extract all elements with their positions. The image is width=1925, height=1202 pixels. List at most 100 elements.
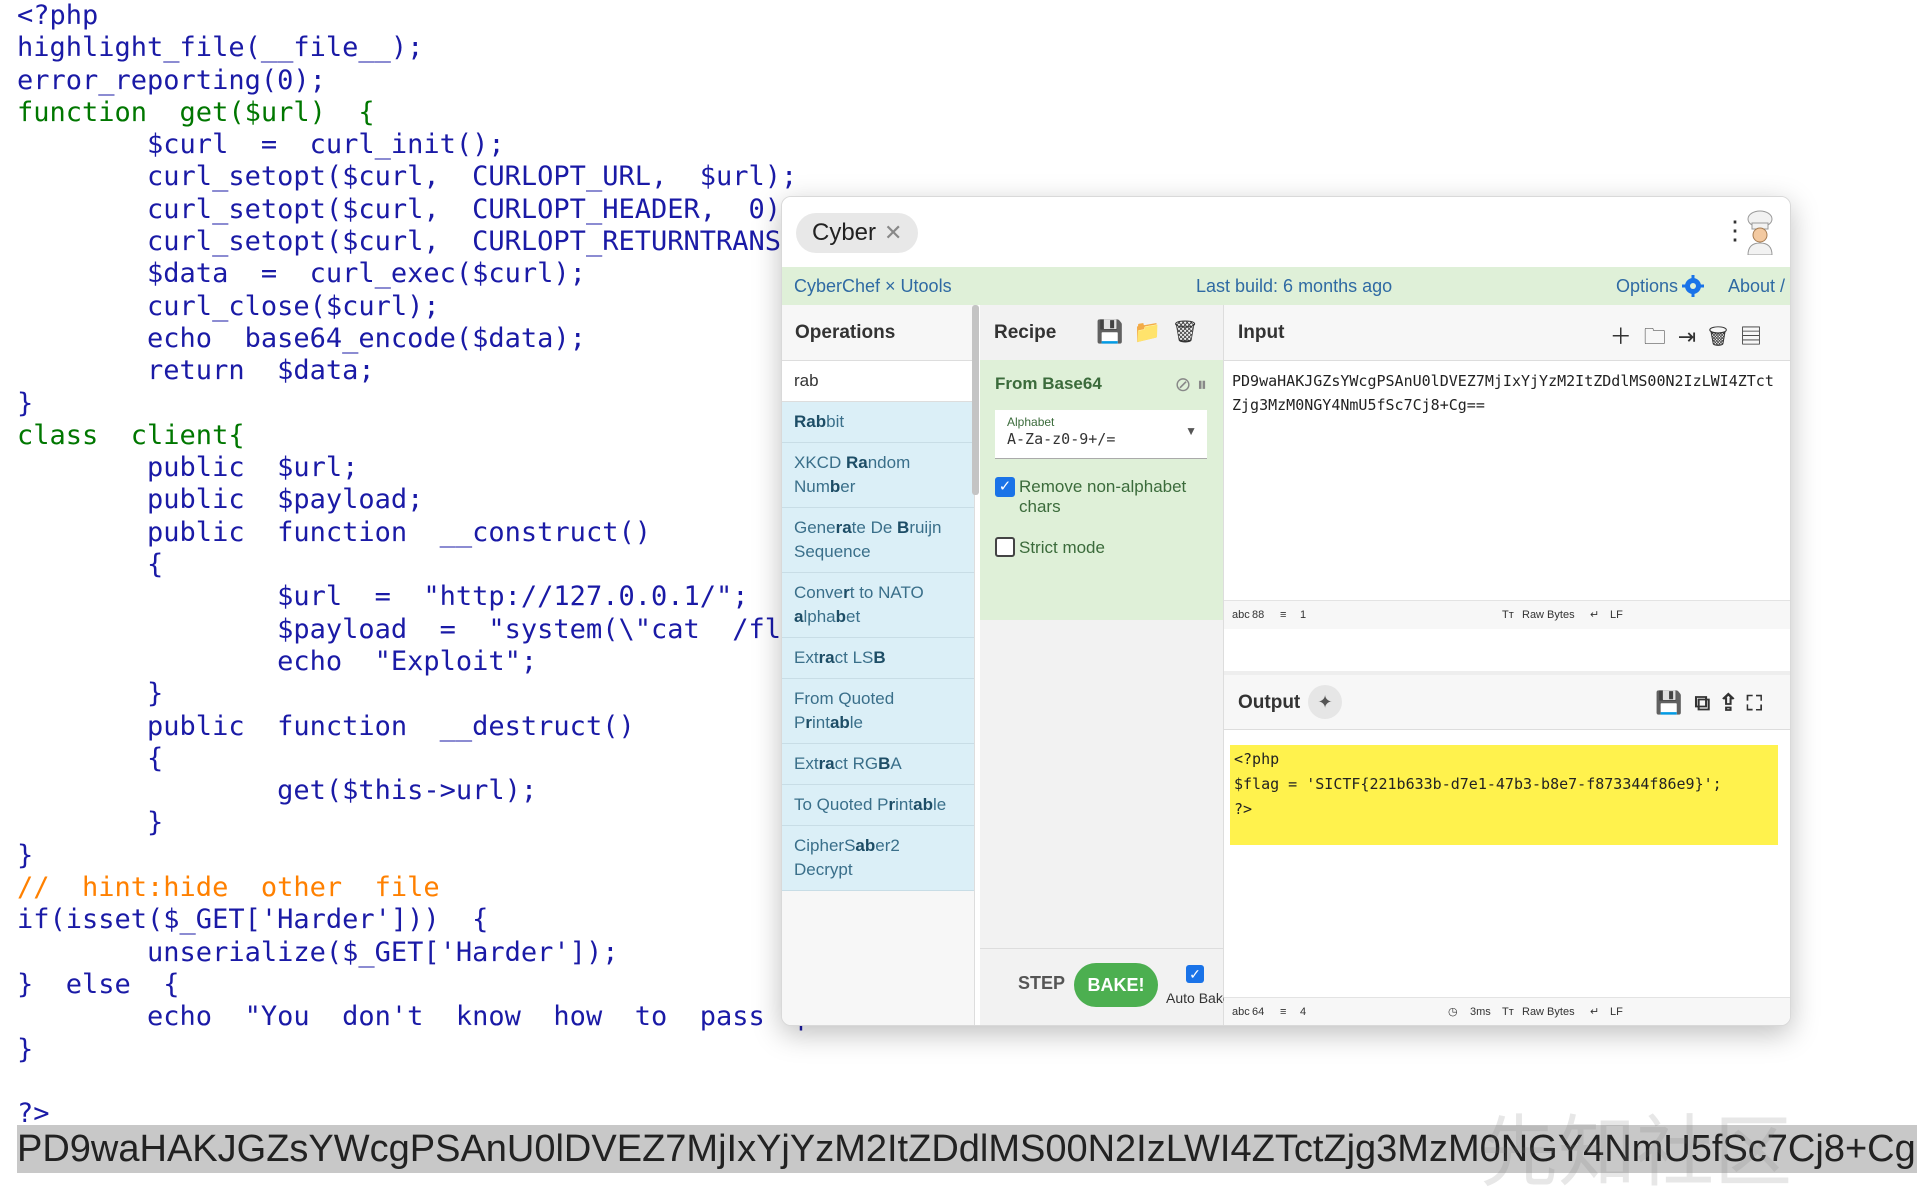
- input-eol[interactable]: LF: [1610, 601, 1623, 629]
- gear-icon[interactable]: [1682, 275, 1704, 297]
- font-icon[interactable]: Tт: [1502, 998, 1514, 1025]
- operation-item[interactable]: Rabbit: [782, 402, 974, 443]
- options-link[interactable]: Options: [1616, 267, 1678, 305]
- code-line: $payload = "system(\"cat /flag\");: [17, 613, 879, 645]
- code-line: error_reporting(0);: [17, 64, 326, 96]
- close-icon[interactable]: ✕: [884, 220, 902, 245]
- output-char-count: 64: [1252, 1006, 1265, 1018]
- operations-list: Rabbit XKCD Random Number Generate De Brui…: [782, 402, 974, 891]
- chef-avatar-icon: [1747, 210, 1773, 255]
- replace-input-icon[interactable]: ⇪: [1722, 690, 1746, 715]
- recipe-controls: STEP BAKE! ✓ Auto Bake: [980, 948, 1231, 1025]
- magic-wand-icon[interactable]: ✦: [1308, 685, 1342, 719]
- operation-label-part: r: [805, 713, 812, 732]
- watermark: 先知社区: [1480, 1108, 1793, 1198]
- input-encoding[interactable]: Raw Bytes: [1522, 601, 1575, 629]
- remove-nonalpha-checkbox[interactable]: ✓: [995, 477, 1015, 497]
- operation-label-part: Ra: [845, 453, 868, 472]
- operation-item[interactable]: Extract RGBA: [782, 744, 974, 785]
- input-textarea[interactable]: PD9waHAKJGZsYWcgPSAnU0lDVEZ7MjIxYjYzM2It…: [1232, 369, 1782, 417]
- tab-cyber[interactable]: Cyber ✕: [796, 213, 919, 253]
- operation-label-part: B: [897, 518, 910, 537]
- banner-title: CyberChef × Utools: [794, 276, 952, 296]
- cyberchef-window: Cyber ✕ ⋮ CyberChef × Utools Last build: …: [781, 196, 1791, 1026]
- operation-item[interactable]: Extract LSB: [782, 638, 974, 679]
- strict-mode-checkbox[interactable]: [995, 537, 1015, 557]
- operation-label-part: int: [895, 795, 914, 814]
- pause-icon[interactable]: ⏸: [1197, 374, 1207, 396]
- output-title: Output: [1238, 692, 1301, 713]
- font-icon[interactable]: Tт: [1502, 601, 1514, 629]
- output-encoding[interactable]: Raw Bytes: [1522, 998, 1575, 1025]
- operations-title: Operations: [782, 305, 974, 361]
- tab-label: Cyber: [812, 219, 877, 246]
- operation-item[interactable]: CipherSaber2 Decrypt: [782, 826, 974, 891]
- folder-icon[interactable]: 📁: [1134, 319, 1171, 344]
- auto-bake-label: Auto Bake: [1166, 990, 1231, 1006]
- step-button[interactable]: STEP: [1018, 973, 1065, 994]
- trash-icon[interactable]: 🗑: [1708, 324, 1740, 349]
- open-folder-icon[interactable]: 🗀: [1644, 324, 1678, 349]
- operation-label-part: Ext: [794, 754, 819, 773]
- title-bar: Cyber ✕ ⋮: [782, 197, 1790, 267]
- bake-button[interactable]: BAKE!: [1074, 963, 1158, 1007]
- operation-label-part: le: [932, 795, 947, 814]
- code-line: curl_setopt($curl, CURLOPT_HEADER, 0);: [17, 193, 798, 225]
- operation-label-part: et: [846, 607, 861, 626]
- operation-label-part: A: [890, 754, 902, 773]
- layout-icon[interactable]: ▤: [1740, 324, 1774, 349]
- operation-label-part: b: [829, 477, 841, 496]
- save-icon[interactable]: 💾: [1655, 690, 1694, 715]
- operation-label-part: b: [835, 607, 846, 626]
- code-line: } else {: [17, 968, 180, 1000]
- code-line: }: [17, 807, 164, 839]
- alphabet-value: A-Za-z0-9+/=: [1007, 430, 1116, 448]
- line-count-icon: ≡: [1280, 609, 1287, 621]
- disable-icon[interactable]: ⊘: [1175, 374, 1192, 396]
- input-toolbar: ＋🗀⇥🗑▤: [1610, 319, 1774, 358]
- operations-search-input[interactable]: rab: [782, 361, 974, 402]
- alphabet-select[interactable]: Alphabet A-Za-z0-9+/= ▼: [995, 410, 1207, 459]
- last-build-text: Last build: 6 months ago: [1196, 276, 1393, 296]
- maximize-icon[interactable]: ⛶: [1747, 690, 1774, 715]
- code-line: {: [17, 742, 164, 774]
- code-line: unserialize($_GET['Harder']);: [17, 936, 619, 968]
- auto-bake-checkbox[interactable]: ✓: [1186, 965, 1204, 983]
- operation-label-part: ct LS: [834, 648, 874, 667]
- operation-label-part: To Quoted P: [794, 795, 889, 814]
- char-count-icon: abc: [1232, 609, 1250, 621]
- operation-label-part: ab: [913, 795, 933, 814]
- code-line: if(isset($_GET['Harder'])) {: [17, 904, 489, 936]
- ingredient-from-base64[interactable]: From Base64 ⊘ ⏸ Alphabet A-Za-z0-9+/= ▼ …: [980, 360, 1223, 620]
- operation-item[interactable]: From Quoted Printable: [782, 679, 974, 744]
- operation-item[interactable]: Convert to NATO alphabet: [782, 573, 974, 638]
- output-eol[interactable]: LF: [1610, 998, 1623, 1025]
- code-line: $data = curl_exec($curl);: [17, 258, 586, 290]
- about-link[interactable]: About /: [1728, 267, 1785, 305]
- code-line: }: [17, 387, 34, 419]
- info-banner: CyberChef × Utools Last build: 6 months …: [782, 267, 1790, 305]
- strict-mode-label: Strict mode: [1019, 538, 1105, 557]
- load-file-icon[interactable]: ⇥: [1678, 324, 1708, 349]
- code-line: class client{: [17, 419, 245, 451]
- code-line: public function __construct(): [17, 516, 651, 548]
- code-line: public function __destruct(): [17, 710, 635, 742]
- trash-icon[interactable]: 🗑: [1171, 319, 1209, 344]
- add-tab-icon[interactable]: ＋: [1610, 324, 1644, 349]
- copy-icon[interactable]: ⧉: [1694, 690, 1722, 715]
- operation-label-part: Rab: [794, 412, 827, 431]
- code-line: echo "You don't know how to pass parame: [17, 1001, 895, 1033]
- code-line: public $url;: [17, 452, 359, 484]
- operation-item[interactable]: Generate De Bruijn Sequence: [782, 508, 974, 573]
- io-panel: Input ＋🗀⇥🗑▤ PD9waHAKJGZsYWcgPSAnU0lDVEZ7…: [1224, 305, 1790, 1025]
- operation-item[interactable]: XKCD Random Number: [782, 443, 974, 508]
- operation-label-part: Gene: [794, 518, 836, 537]
- save-icon[interactable]: 💾: [1096, 319, 1133, 344]
- operations-scrollbar[interactable]: [972, 305, 979, 495]
- operation-label-part: ra: [835, 518, 852, 537]
- input-char-count: 88: [1252, 609, 1265, 621]
- recipe-toolbar: 💾📁🗑: [1096, 319, 1209, 345]
- operation-label-part: ra: [818, 648, 835, 667]
- output-text[interactable]: <?php $flag = 'SICTF{221b633b-d7e1-47b3-…: [1234, 747, 1774, 822]
- operation-item[interactable]: To Quoted Printable: [782, 785, 974, 826]
